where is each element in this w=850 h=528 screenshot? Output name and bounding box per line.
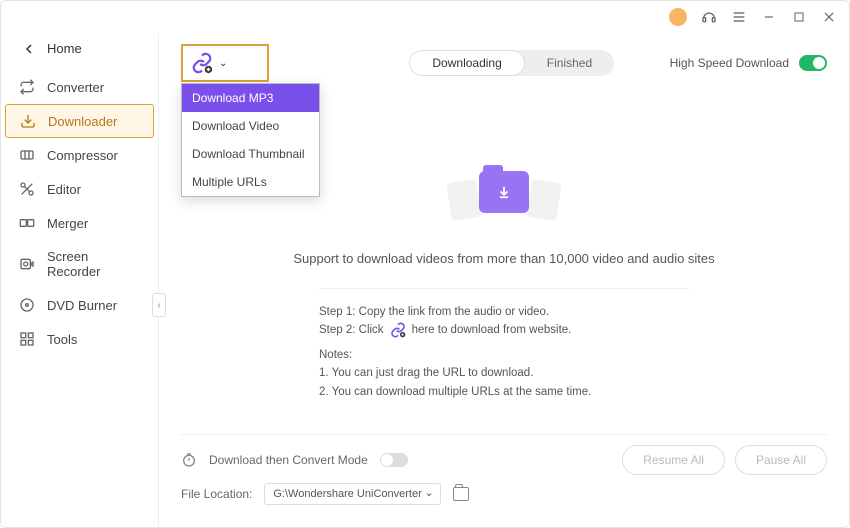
sidebar-item-dvd-burner[interactable]: DVD Burner: [1, 288, 158, 322]
open-folder-button[interactable]: [453, 487, 469, 501]
sidebar-item-editor[interactable]: Editor: [1, 172, 158, 206]
steps: Step 1: Copy the link from the audio or …: [319, 288, 689, 401]
menu-download-video[interactable]: Download Video: [182, 112, 319, 140]
menu-download-thumbnail[interactable]: Download Thumbnail: [182, 140, 319, 168]
high-speed-toggle[interactable]: [799, 55, 827, 71]
editor-icon: [19, 181, 35, 197]
sidebar-item-merger[interactable]: Merger: [1, 206, 158, 240]
compressor-icon: [19, 147, 35, 163]
toolbar: ⌄ Downloading Finished High Speed Downlo…: [181, 43, 827, 83]
main-panel: ⌄ Downloading Finished High Speed Downlo…: [159, 33, 849, 527]
support-text: Support to download videos from more tha…: [293, 251, 714, 266]
user-avatar[interactable]: [669, 8, 687, 26]
chevron-left-icon: [25, 44, 35, 54]
file-location-select[interactable]: G:\Wondershare UniConverter: [264, 483, 440, 505]
high-speed-label: High Speed Download: [670, 56, 789, 70]
dvd-burner-icon: [19, 297, 35, 313]
home-button[interactable]: Home: [1, 35, 158, 70]
add-download-button[interactable]: ⌄: [181, 44, 269, 82]
state-tabs: Downloading Finished: [409, 50, 614, 76]
home-label: Home: [47, 41, 82, 56]
label: Downloader: [48, 114, 117, 129]
merger-icon: [19, 215, 35, 231]
label: Tools: [47, 332, 77, 347]
link-plus-icon: [191, 52, 213, 74]
titlebar: [1, 1, 849, 33]
step-1: Step 1: Copy the link from the audio or …: [319, 303, 689, 321]
label: Merger: [47, 216, 88, 231]
sidebar: Home Converter Downloader Compressor Edi…: [1, 33, 159, 527]
timer-icon[interactable]: [181, 452, 197, 468]
add-menu-dropdown: Download MP3 Download Video Download Thu…: [181, 83, 320, 197]
step-2: Step 2: Click here to download from webs…: [319, 321, 689, 339]
resume-all-button[interactable]: Resume All: [622, 445, 725, 475]
tab-finished[interactable]: Finished: [525, 50, 614, 76]
label: Compressor: [47, 148, 118, 163]
link-plus-icon: [390, 321, 406, 339]
download-illustration: [449, 171, 559, 231]
high-speed-row: High Speed Download: [670, 55, 827, 71]
menu-multiple-urls[interactable]: Multiple URLs: [182, 168, 319, 196]
label: Editor: [47, 182, 81, 197]
sidebar-item-converter[interactable]: Converter: [1, 70, 158, 104]
chevron-down-icon: ⌄: [219, 58, 227, 69]
sidebar-item-tools[interactable]: Tools: [1, 322, 158, 356]
maximize-icon[interactable]: [791, 9, 807, 25]
label: DVD Burner: [47, 298, 117, 313]
minimize-icon[interactable]: [761, 9, 777, 25]
footer: Download then Convert Mode Resume All Pa…: [181, 434, 827, 513]
menu-download-mp3[interactable]: Download MP3: [182, 84, 319, 112]
support-icon[interactable]: [701, 9, 717, 25]
file-location-label: File Location:: [181, 487, 252, 501]
converter-icon: [19, 79, 35, 95]
label: Converter: [47, 80, 104, 95]
sidebar-item-compressor[interactable]: Compressor: [1, 138, 158, 172]
pause-all-button[interactable]: Pause All: [735, 445, 827, 475]
sidebar-item-downloader[interactable]: Downloader: [5, 104, 154, 138]
close-icon[interactable]: [821, 9, 837, 25]
note-2: 2. You can download multiple URLs at the…: [319, 383, 689, 401]
menu-icon[interactable]: [731, 9, 747, 25]
label: Screen Recorder: [47, 249, 140, 279]
notes-label: Notes:: [319, 346, 689, 364]
downloader-icon: [20, 113, 36, 129]
tab-downloading[interactable]: Downloading: [409, 50, 524, 76]
note-1: 1. You can just drag the URL to download…: [319, 364, 689, 382]
screen-recorder-icon: [19, 256, 35, 272]
tools-icon: [19, 331, 35, 347]
sidebar-item-screen-recorder[interactable]: Screen Recorder: [1, 240, 158, 288]
convert-mode-toggle[interactable]: [380, 453, 408, 467]
convert-mode-label: Download then Convert Mode: [209, 453, 368, 467]
